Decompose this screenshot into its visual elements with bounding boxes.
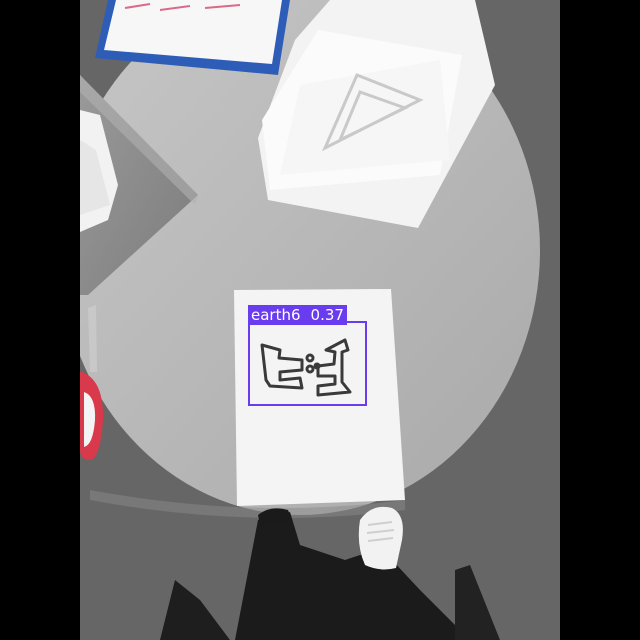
white-sneaker <box>358 506 403 570</box>
letterbox-right <box>560 0 640 640</box>
detection-class: earth6 <box>251 306 301 324</box>
letterbox-left <box>0 0 80 640</box>
detection-label: earth6 0.37 <box>248 305 347 325</box>
detection-confidence: 0.37 <box>310 306 344 324</box>
